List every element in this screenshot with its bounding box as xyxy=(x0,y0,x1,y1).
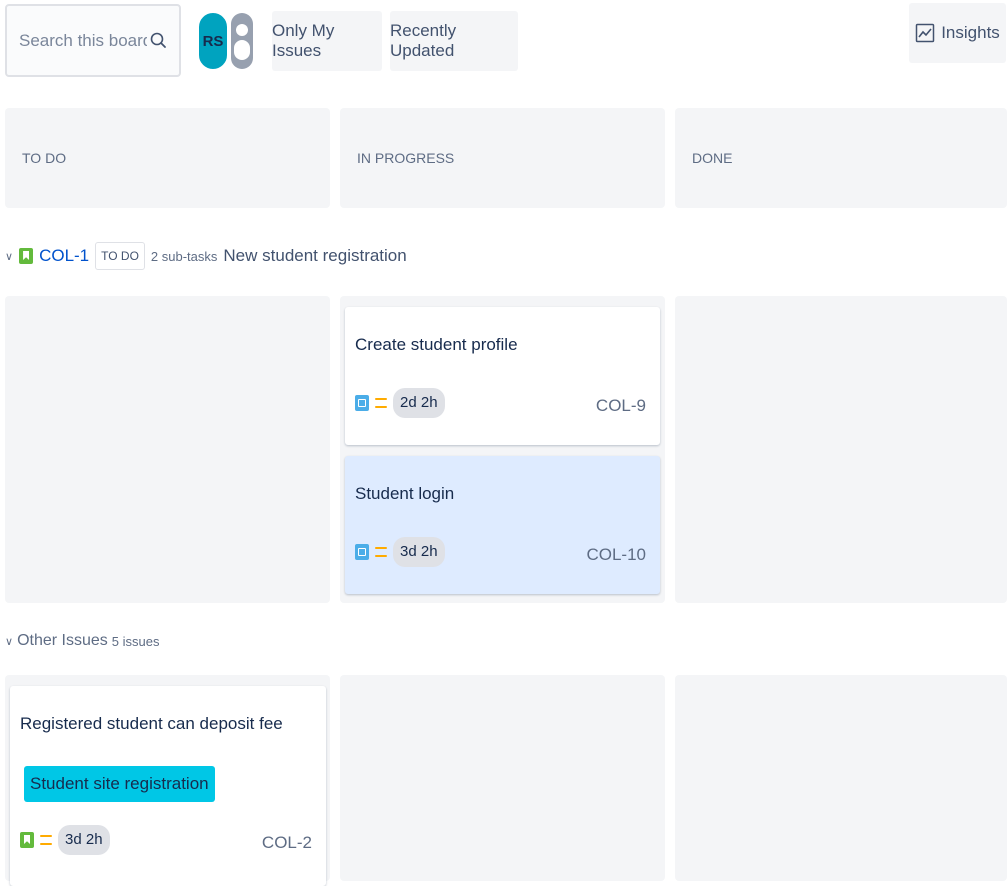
card-footer: 2d 2h xyxy=(355,388,445,418)
lane2-in-progress-cell xyxy=(340,675,665,881)
priority-medium-icon xyxy=(375,397,387,409)
card-title: Create student profile xyxy=(355,335,518,354)
story-icon xyxy=(19,248,34,264)
issue-card[interactable]: Registered student can deposit fee Stude… xyxy=(10,686,326,886)
status-badge: TO DO xyxy=(95,242,145,270)
avatar-rs[interactable]: RS xyxy=(197,11,229,71)
estimate-badge: 3d 2h xyxy=(393,537,445,567)
estimate-badge: 3d 2h xyxy=(58,825,110,855)
card-footer: 3d 2h xyxy=(20,825,110,855)
chevron-down-icon[interactable]: ∨ xyxy=(5,635,13,648)
epic-label[interactable]: Student site registration xyxy=(24,766,215,802)
lane2-done-cell xyxy=(675,675,1007,881)
issue-card-selected[interactable]: Student login 3d 2h COL-10 xyxy=(345,456,660,594)
issue-count: 5 issues xyxy=(111,633,160,649)
search-icon xyxy=(150,32,166,48)
swimlane-title: Other Issues xyxy=(17,632,108,649)
unassigned-avatar[interactable] xyxy=(225,11,259,71)
card-footer: 3d 2h xyxy=(355,537,445,567)
search-box[interactable] xyxy=(5,4,181,77)
estimate-badge: 2d 2h xyxy=(393,388,445,418)
card-key[interactable]: COL-9 xyxy=(596,396,646,416)
lane1-in-progress-cell: Create student profile 2d 2h COL-9 Stude… xyxy=(340,296,665,603)
card-key[interactable]: COL-2 xyxy=(262,833,312,853)
priority-medium-icon xyxy=(40,834,52,846)
insights-button[interactable]: Insights xyxy=(909,3,1006,63)
priority-medium-icon xyxy=(375,546,387,558)
swimlane-title: New student registration xyxy=(223,246,407,265)
card-title: Student login xyxy=(355,484,455,503)
subtask-count: 2 sub-tasks xyxy=(150,248,218,264)
lane1-todo-cell xyxy=(5,296,330,603)
lane2-todo-cell: Registered student can deposit fee Stude… xyxy=(5,675,330,886)
recently-updated-filter[interactable]: Recently Updated xyxy=(390,11,518,71)
subtask-icon xyxy=(355,395,369,411)
chevron-down-icon[interactable]: ∨ xyxy=(5,250,13,263)
column-header-in-progress: IN PROGRESS xyxy=(340,108,665,208)
search-input[interactable] xyxy=(17,29,149,52)
story-icon xyxy=(20,832,34,848)
column-header-done: DONE xyxy=(675,108,1007,208)
chart-icon xyxy=(915,23,935,43)
lane1-done-cell xyxy=(675,296,1007,603)
subtask-icon xyxy=(355,544,369,560)
card-title: Registered student can deposit fee xyxy=(20,714,283,733)
only-my-issues-filter[interactable]: Only My Issues xyxy=(272,11,382,71)
swimlane-header-other-issues[interactable]: ∨ Other Issues 5 issues xyxy=(5,626,159,656)
issue-card[interactable]: Create student profile 2d 2h COL-9 xyxy=(345,307,660,445)
issue-key-link[interactable]: COL-1 xyxy=(39,246,89,266)
card-key[interactable]: COL-10 xyxy=(586,545,646,565)
swimlane-header-col-1[interactable]: ∨ COL-1 TO DO 2 sub-tasks New student re… xyxy=(5,240,407,272)
column-header-todo: TO DO xyxy=(5,108,330,208)
user-icon xyxy=(231,13,253,69)
